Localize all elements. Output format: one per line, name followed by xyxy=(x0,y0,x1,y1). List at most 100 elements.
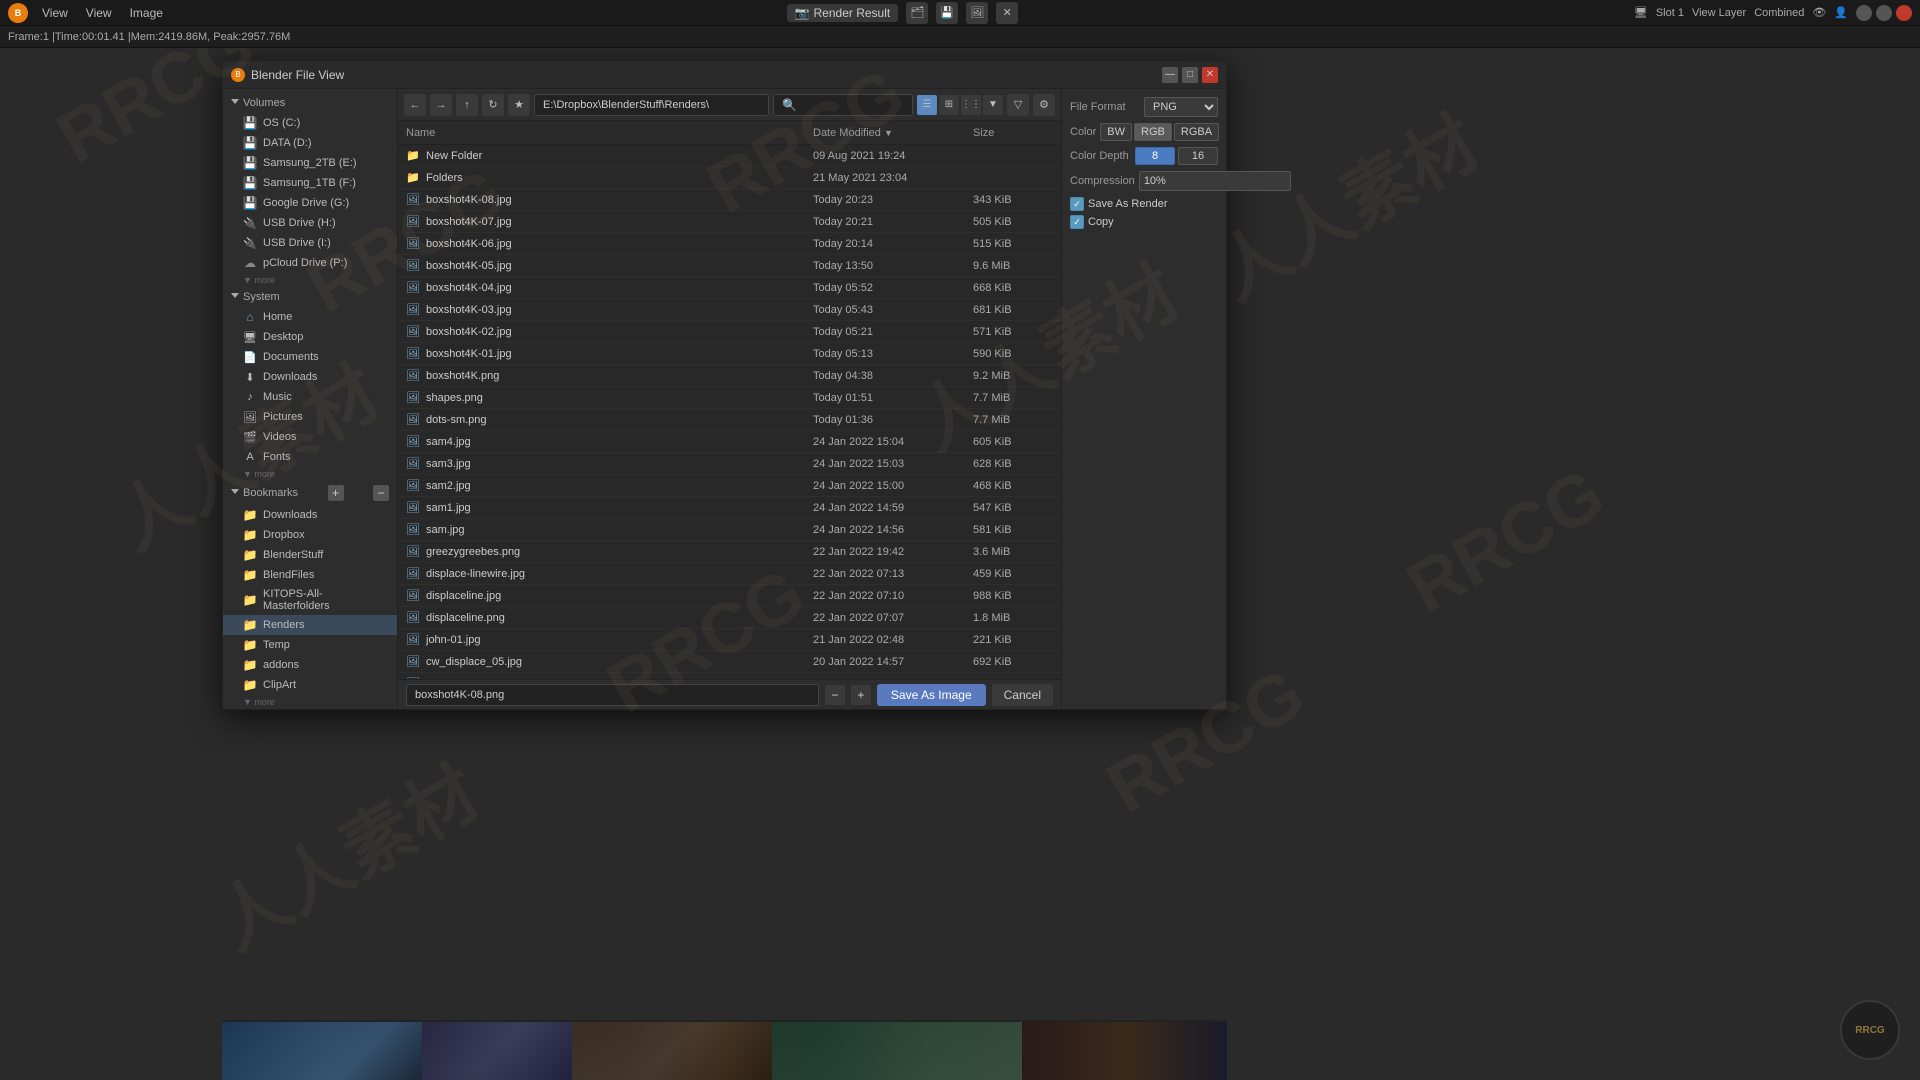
file-row[interactable]: 🖼 shapes.png Today 01:51 7.7 MiB xyxy=(398,387,1061,409)
render-toolbar-btn3[interactable]: 🖼 xyxy=(966,2,988,24)
filter-btn[interactable]: ▽ xyxy=(1007,94,1029,116)
sidebar-item-documents[interactable]: 📄 Documents xyxy=(223,347,397,367)
sidebar-bookmarks-header[interactable]: Bookmarks + − xyxy=(223,481,397,505)
refresh-button[interactable]: ↻ xyxy=(482,94,504,116)
path-bar[interactable]: E:\Dropbox\BlenderStuff\Renders\ xyxy=(534,94,769,116)
sidebar-item-downloads[interactable]: ⬇ Downloads xyxy=(223,367,397,387)
file-row[interactable]: 🖼 sam2.jpg 24 Jan 2022 15:00 468 KiB xyxy=(398,475,1061,497)
sidebar-item-p[interactable]: ☁ pCloud Drive (P:) xyxy=(223,253,397,273)
file-row[interactable]: 🖼 displaceline.png 22 Jan 2022 07:07 1.8… xyxy=(398,607,1061,629)
file-row[interactable]: 📁 New Folder 09 Aug 2021 19:24 xyxy=(398,145,1061,167)
decrement-btn[interactable]: − xyxy=(825,685,845,705)
bookmark-button[interactable]: ★ xyxy=(508,94,530,116)
rgb-button[interactable]: RGB xyxy=(1134,123,1172,141)
file-row[interactable]: 🖼 boxshot4K-06.jpg Today 20:14 515 KiB xyxy=(398,233,1061,255)
col-date-header[interactable]: Date Modified ▼ xyxy=(813,127,973,139)
file-row[interactable]: 🖼 boxshot4K-07.jpg Today 20:21 505 KiB xyxy=(398,211,1061,233)
file-row[interactable]: 🖼 cw_displace_05.jpg 20 Jan 2022 14:57 6… xyxy=(398,651,1061,673)
bookmark-dropbox[interactable]: 📁 Dropbox xyxy=(223,525,397,545)
sidebar-item-pictures[interactable]: 🖼 Pictures xyxy=(223,407,397,427)
bookmark-addons[interactable]: 📁 addons xyxy=(223,655,397,675)
bookmarks-remove-btn[interactable]: − xyxy=(373,485,389,501)
file-date-cell: Today 05:52 xyxy=(813,282,973,294)
search-input[interactable] xyxy=(801,99,901,111)
file-row[interactable]: 🖼 boxshot4K-01.jpg Today 05:13 590 KiB xyxy=(398,343,1061,365)
file-row[interactable]: 🖼 boxshot4K-05.jpg Today 13:50 9.6 MiB xyxy=(398,255,1061,277)
bookmark-downloads[interactable]: 📁 Downloads xyxy=(223,505,397,525)
sidebar-item-f[interactable]: 💾 Samsung_1TB (F:) xyxy=(223,173,397,193)
save-as-render-checkbox[interactable]: ✓ xyxy=(1070,197,1084,211)
file-row[interactable]: 🖼 sam.jpg 24 Jan 2022 14:56 581 KiB xyxy=(398,519,1061,541)
file-name-cell: 🖼 displace-linewire.jpg xyxy=(406,567,813,581)
sidebar-volumes-header[interactable]: Volumes xyxy=(223,93,397,113)
maximize-button[interactable] xyxy=(1876,5,1892,21)
dialog-minimize-btn[interactable]: — xyxy=(1162,67,1178,83)
file-row[interactable]: 🖼 boxshot4K-08.jpg Today 20:23 343 KiB xyxy=(398,189,1061,211)
file-row[interactable]: 📁 Folders 21 May 2021 23:04 xyxy=(398,167,1061,189)
file-row[interactable]: 🖼 boxshot4K-02.jpg Today 05:21 571 KiB xyxy=(398,321,1061,343)
close-button[interactable] xyxy=(1896,5,1912,21)
grid-view-btn[interactable]: ⊞ xyxy=(939,95,959,115)
dialog-maximize-btn[interactable]: □ xyxy=(1182,67,1198,83)
render-close-btn[interactable]: ✕ xyxy=(996,2,1018,24)
sidebar-item-d[interactable]: 💾 DATA (D:) xyxy=(223,133,397,153)
col-size-header[interactable]: Size xyxy=(973,127,1053,139)
file-row[interactable]: 🖼 sam4.jpg 24 Jan 2022 15:04 605 KiB xyxy=(398,431,1061,453)
minimize-button[interactable] xyxy=(1856,5,1872,21)
sidebar-item-home[interactable]: ⌂ Home xyxy=(223,307,397,327)
bookmarks-add-btn[interactable]: + xyxy=(328,485,344,501)
sidebar-item-videos[interactable]: 🎬 Videos xyxy=(223,427,397,447)
bookmark-blendfiles[interactable]: 📁 BlendFiles xyxy=(223,565,397,585)
file-size-cell: 571 KiB xyxy=(973,326,1053,338)
sort-btn[interactable]: ▼ xyxy=(983,95,1003,115)
bookmark-temp[interactable]: 📁 Temp xyxy=(223,635,397,655)
settings-gear-btn[interactable]: ⚙ xyxy=(1033,94,1055,116)
sidebar-item-desktop[interactable]: 🖥 Desktop xyxy=(223,327,397,347)
col-name-header[interactable]: Name xyxy=(406,127,813,139)
save-as-image-button[interactable]: Save As Image xyxy=(877,684,986,706)
depth-16-input[interactable]: 16 xyxy=(1178,147,1218,165)
rgba-button[interactable]: RGBA xyxy=(1174,123,1219,141)
sidebar-item-c[interactable]: 💾 OS (C:) xyxy=(223,113,397,133)
file-row[interactable]: 🖼 sam3.jpg 24 Jan 2022 15:03 628 KiB xyxy=(398,453,1061,475)
increment-btn[interactable]: + xyxy=(851,685,871,705)
cancel-button[interactable]: Cancel xyxy=(992,684,1053,706)
menu-view1[interactable]: View xyxy=(34,4,76,22)
sidebar-system-header[interactable]: System xyxy=(223,287,397,307)
bookmark-clipart[interactable]: 📁 ClipArt xyxy=(223,675,397,695)
bw-button[interactable]: BW xyxy=(1100,123,1132,141)
filename-input[interactable] xyxy=(406,684,819,706)
file-row[interactable]: 🖼 boxshot4K-04.jpg Today 05:52 668 KiB xyxy=(398,277,1061,299)
menu-view2[interactable]: View xyxy=(78,4,120,22)
sidebar-item-i[interactable]: 🔌 USB Drive (I:) xyxy=(223,233,397,253)
menu-image[interactable]: Image xyxy=(122,4,171,22)
sidebar-item-fonts[interactable]: A Fonts xyxy=(223,447,397,467)
list-view-btn[interactable]: ☰ xyxy=(917,95,937,115)
dialog-close-btn[interactable]: ✕ xyxy=(1202,67,1218,83)
sidebar-item-h[interactable]: 🔌 USB Drive (H:) xyxy=(223,213,397,233)
up-button[interactable]: ↑ xyxy=(456,94,478,116)
file-row[interactable]: 🖼 displace-linewire.jpg 22 Jan 2022 07:1… xyxy=(398,563,1061,585)
copy-checkbox[interactable]: ✓ xyxy=(1070,215,1084,229)
render-toolbar-btn1[interactable]: 🗂 xyxy=(906,2,928,24)
grid-view-btn2[interactable]: ⋮⋮ xyxy=(961,95,981,115)
file-row[interactable]: 🖼 dots-sm.png Today 01:36 7.7 MiB xyxy=(398,409,1061,431)
depth-8-input[interactable]: 8 xyxy=(1135,147,1175,165)
render-toolbar-btn2[interactable]: 💾 xyxy=(936,2,958,24)
sidebar-item-e[interactable]: 💾 Samsung_2TB (E:) xyxy=(223,153,397,173)
file-row[interactable]: 🖼 john-01.jpg 21 Jan 2022 02:48 221 KiB xyxy=(398,629,1061,651)
bookmark-renders[interactable]: 📁 Renders xyxy=(223,615,397,635)
sidebar-item-music[interactable]: ♪ Music xyxy=(223,387,397,407)
bookmark-kitops[interactable]: 📁 KITOPS-All-Masterfolders xyxy=(223,585,397,615)
bookmark-blenderstuff[interactable]: 📁 BlenderStuff xyxy=(223,545,397,565)
file-row[interactable]: 🖼 boxshot4K-03.jpg Today 05:43 681 KiB xyxy=(398,299,1061,321)
forward-button[interactable]: → xyxy=(430,94,452,116)
file-row[interactable]: 🖼 sam1.jpg 24 Jan 2022 14:59 547 KiB xyxy=(398,497,1061,519)
compression-input[interactable]: 10% xyxy=(1139,171,1291,191)
file-row[interactable]: 🖼 greezygreebes.png 22 Jan 2022 19:42 3.… xyxy=(398,541,1061,563)
sidebar-item-g[interactable]: 💾 Google Drive (G:) xyxy=(223,193,397,213)
back-button[interactable]: ← xyxy=(404,94,426,116)
file-row[interactable]: 🖼 displaceline.jpg 22 Jan 2022 07:10 988… xyxy=(398,585,1061,607)
file-format-select[interactable]: PNG xyxy=(1144,97,1218,117)
file-row[interactable]: 🖼 boxshot4K.png Today 04:38 9.2 MiB xyxy=(398,365,1061,387)
